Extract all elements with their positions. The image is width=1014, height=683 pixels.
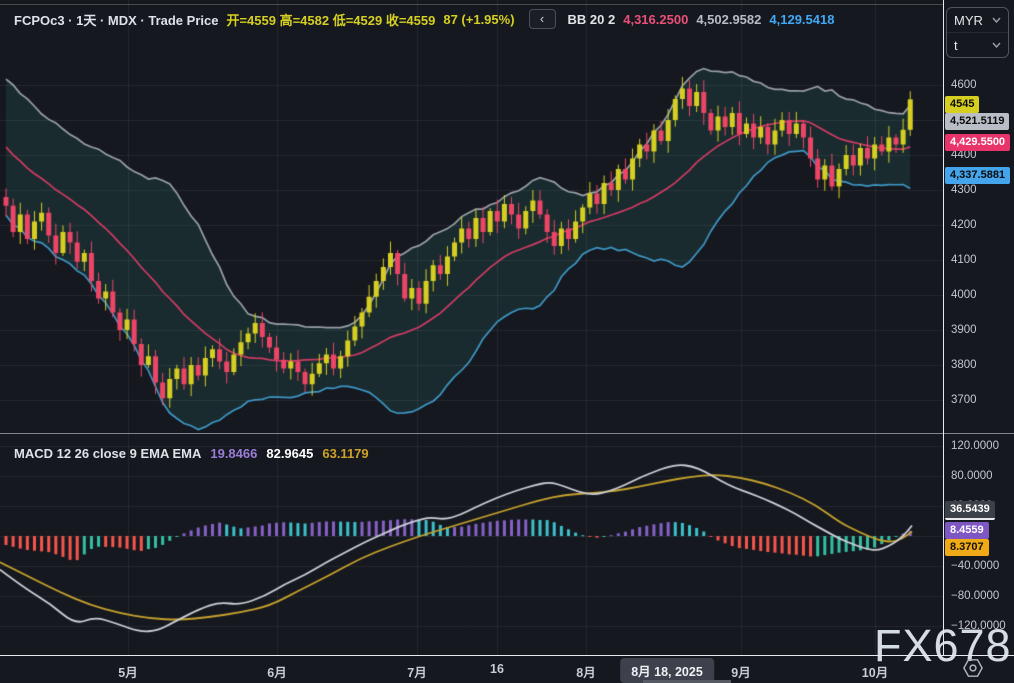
axis-price-tag: 4,337.5881 (945, 167, 1010, 184)
axis-tick-label: 4200 (951, 219, 977, 231)
axis-tick-label: 80.0000 (951, 470, 993, 482)
time-tick-label: 5月 (118, 662, 137, 681)
change-value: 87 (+1.95%) (443, 12, 514, 27)
axis-tick-label: 4000 (951, 289, 977, 301)
axis-price-tag: 36.5439 (945, 501, 995, 520)
symbol-legend: FCPOc3 · 1天 · MDX · Trade Price (14, 10, 218, 29)
bb-mid-value: 4,316.2500 (623, 12, 688, 27)
time-tick-label: 10月 (862, 662, 888, 681)
axis-price-tag: 8.4559 (945, 522, 989, 539)
time-tick-label: 9月 (731, 662, 750, 681)
hexagon-settings-icon[interactable] (962, 658, 984, 683)
pane-divider (0, 433, 1014, 434)
bb-lower-value: 4,129.5418 (769, 12, 834, 27)
axis-tick-label: −80.0000 (951, 590, 999, 602)
currency-selector: MYR t (946, 7, 1009, 58)
bb-legend-label: BB 20 2 (568, 12, 616, 27)
axis-tick-label: 4100 (951, 254, 977, 266)
axis-price-tag: 4,521.5119 (945, 113, 1009, 130)
macd-legend-label: MACD 12 26 close 9 EMA EMA (14, 446, 201, 461)
pane-top-border (0, 4, 943, 5)
time-axis[interactable]: 5月6月7月168月9月10月8月 18, 2025 (0, 655, 1014, 683)
axis-tick-label: 3900 (951, 324, 977, 336)
chevron-down-icon (992, 17, 1001, 23)
axis-tick-label: −120.0000 (951, 620, 1006, 632)
chart-app: FCPOc3 · 1天 · MDX · Trade Price 开=4559 高… (0, 0, 1014, 683)
axis-tick-label: 4300 (951, 184, 977, 196)
axis-tick-label: 3700 (951, 394, 977, 406)
legend-collapse-button[interactable]: ‹ (529, 9, 556, 29)
time-tick-label: 16 (490, 662, 504, 676)
time-tick-label: 6月 (267, 662, 286, 681)
macd-signal-value: 63.1179 (322, 446, 368, 461)
chevron-down-icon (992, 42, 1001, 48)
time-tick-label: 8月 (576, 662, 595, 681)
bb-upper-value: 4,502.9582 (696, 12, 761, 27)
chart-canvas[interactable] (0, 0, 943, 655)
axis-tick-label: 4600 (951, 79, 977, 91)
macd-line-value: 82.9645 (266, 446, 313, 461)
axis-price-tag: 4,429.5500 (945, 134, 1010, 151)
axis-price-tag: 4545 (945, 96, 979, 113)
axis-tick-label: 120.0000 (951, 440, 999, 452)
ohlc-values: 开=4559 高=4582 低=4529 收=4559 (226, 10, 435, 29)
time-tick-label: 7月 (407, 662, 426, 681)
macd-hist-value: 19.8466 (210, 446, 257, 461)
axis-price-tag: 8.3707 (945, 539, 989, 556)
currency-label: MYR (954, 13, 983, 28)
legend-row: FCPOc3 · 1天 · MDX · Trade Price 开=4559 高… (14, 9, 834, 29)
currency-dropdown[interactable]: MYR (947, 8, 1008, 32)
axis-tick-label: 3800 (951, 359, 977, 371)
price-axis[interactable]: 4600450044004300420041004000390038003700… (943, 0, 1014, 655)
unit-label: t (954, 38, 958, 53)
axis-tick-label: −40.0000 (951, 560, 999, 572)
macd-legend: MACD 12 26 close 9 EMA EMA 19.8466 82.96… (14, 446, 369, 461)
unit-dropdown[interactable]: t (947, 32, 1008, 57)
